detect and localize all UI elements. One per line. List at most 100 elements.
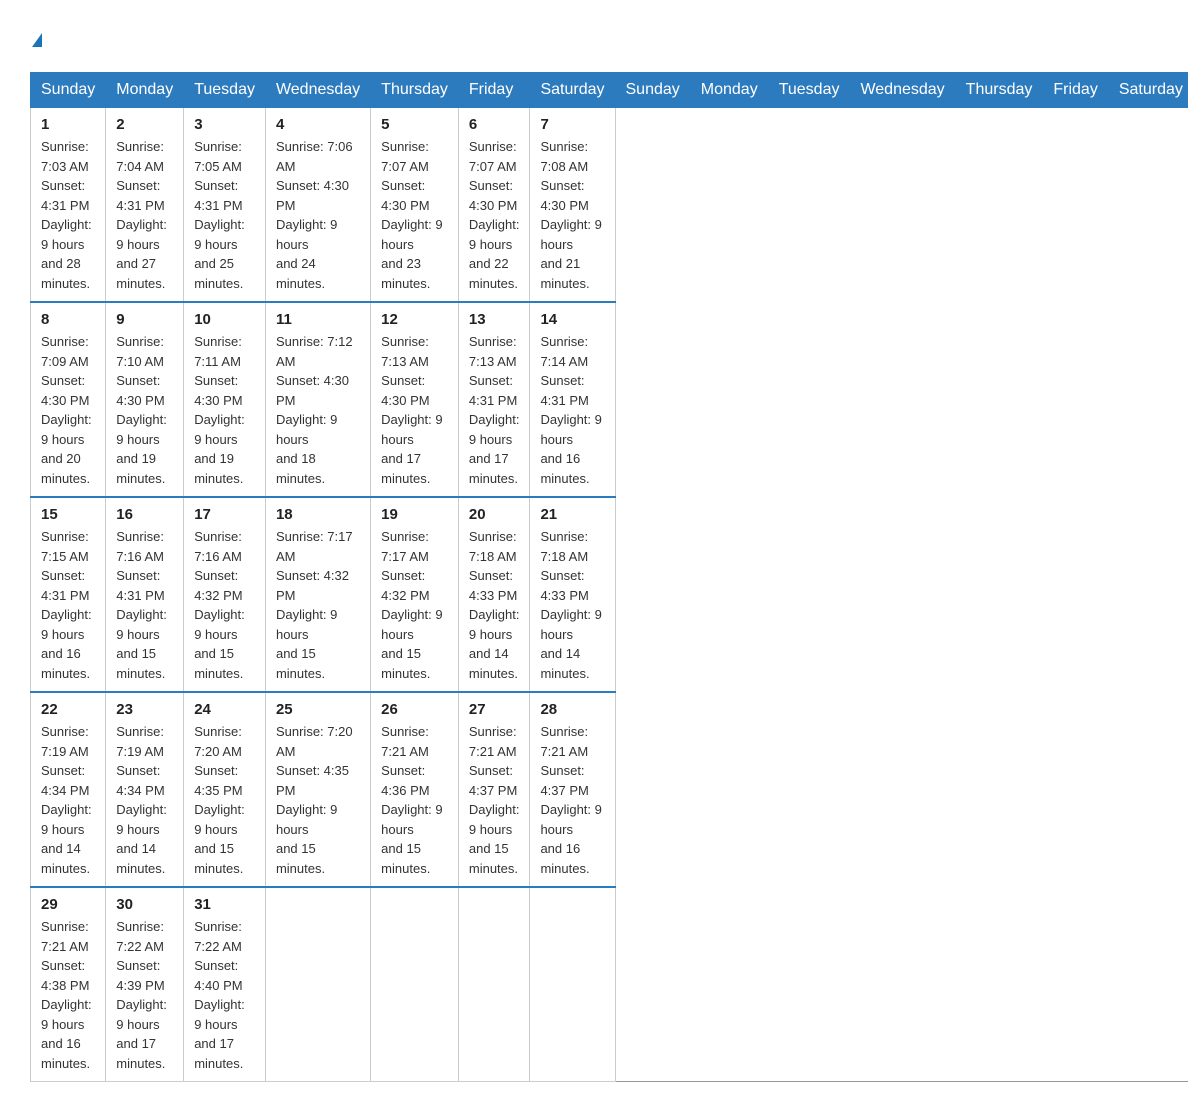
day-number: 17	[194, 506, 255, 523]
calendar-cell: 19 Sunrise: 7:17 AM Sunset: 4:32 PM Dayl…	[371, 497, 459, 692]
calendar-cell: 3 Sunrise: 7:05 AM Sunset: 4:31 PM Dayli…	[184, 108, 266, 303]
calendar-cell: 27 Sunrise: 7:21 AM Sunset: 4:37 PM Dayl…	[458, 692, 530, 887]
header-thursday: Thursday	[955, 73, 1043, 108]
calendar-cell: 18 Sunrise: 7:17 AM Sunset: 4:32 PM Dayl…	[265, 497, 370, 692]
day-info: Sunrise: 7:22 AM Sunset: 4:40 PM Dayligh…	[194, 917, 255, 1073]
header-monday: Monday	[690, 73, 768, 108]
day-info: Sunrise: 7:03 AM Sunset: 4:31 PM Dayligh…	[41, 137, 95, 293]
calendar-cell: 15 Sunrise: 7:15 AM Sunset: 4:31 PM Dayl…	[31, 497, 106, 692]
calendar-cell: 10 Sunrise: 7:11 AM Sunset: 4:30 PM Dayl…	[184, 302, 266, 497]
header-tuesday: Tuesday	[768, 73, 850, 108]
header-sunday: Sunday	[31, 73, 106, 108]
header-wednesday: Wednesday	[265, 73, 370, 108]
day-info: Sunrise: 7:20 AM Sunset: 4:35 PM Dayligh…	[194, 722, 255, 878]
day-number: 31	[194, 896, 255, 913]
calendar-cell: 29 Sunrise: 7:21 AM Sunset: 4:38 PM Dayl…	[31, 887, 106, 1082]
day-number: 29	[41, 896, 95, 913]
calendar-cell: 20 Sunrise: 7:18 AM Sunset: 4:33 PM Dayl…	[458, 497, 530, 692]
calendar-cell: 8 Sunrise: 7:09 AM Sunset: 4:30 PM Dayli…	[31, 302, 106, 497]
header-wednesday: Wednesday	[850, 73, 955, 108]
week-row-2: 8 Sunrise: 7:09 AM Sunset: 4:30 PM Dayli…	[31, 302, 1188, 497]
day-info: Sunrise: 7:20 AM Sunset: 4:35 PM Dayligh…	[276, 722, 360, 878]
day-info: Sunrise: 7:07 AM Sunset: 4:30 PM Dayligh…	[381, 137, 448, 293]
day-number: 13	[469, 311, 520, 328]
day-number: 30	[116, 896, 173, 913]
calendar-cell: 6 Sunrise: 7:07 AM Sunset: 4:30 PM Dayli…	[458, 108, 530, 303]
calendar-cell: 1 Sunrise: 7:03 AM Sunset: 4:31 PM Dayli…	[31, 108, 106, 303]
week-row-5: 29 Sunrise: 7:21 AM Sunset: 4:38 PM Dayl…	[31, 887, 1188, 1082]
calendar-cell: 30 Sunrise: 7:22 AM Sunset: 4:39 PM Dayl…	[106, 887, 184, 1082]
calendar-table: SundayMondayTuesdayWednesdayThursdayFrid…	[30, 72, 1188, 1082]
day-info: Sunrise: 7:17 AM Sunset: 4:32 PM Dayligh…	[381, 527, 448, 683]
calendar-cell: 5 Sunrise: 7:07 AM Sunset: 4:30 PM Dayli…	[371, 108, 459, 303]
day-number: 16	[116, 506, 173, 523]
header-tuesday: Tuesday	[184, 73, 266, 108]
page-header	[30, 20, 1158, 54]
header-sunday: Sunday	[615, 73, 690, 108]
day-number: 21	[540, 506, 604, 523]
calendar-cell: 26 Sunrise: 7:21 AM Sunset: 4:36 PM Dayl…	[371, 692, 459, 887]
header-monday: Monday	[106, 73, 184, 108]
day-number: 18	[276, 506, 360, 523]
day-info: Sunrise: 7:21 AM Sunset: 4:38 PM Dayligh…	[41, 917, 95, 1073]
calendar-cell: 23 Sunrise: 7:19 AM Sunset: 4:34 PM Dayl…	[106, 692, 184, 887]
day-info: Sunrise: 7:21 AM Sunset: 4:36 PM Dayligh…	[381, 722, 448, 878]
calendar-cell: 14 Sunrise: 7:14 AM Sunset: 4:31 PM Dayl…	[530, 302, 615, 497]
header-friday: Friday	[1043, 73, 1108, 108]
day-number: 28	[540, 701, 604, 718]
calendar-cell: 4 Sunrise: 7:06 AM Sunset: 4:30 PM Dayli…	[265, 108, 370, 303]
day-number: 27	[469, 701, 520, 718]
header-saturday: Saturday	[530, 73, 615, 108]
day-info: Sunrise: 7:18 AM Sunset: 4:33 PM Dayligh…	[540, 527, 604, 683]
calendar-cell: 31 Sunrise: 7:22 AM Sunset: 4:40 PM Dayl…	[184, 887, 266, 1082]
day-info: Sunrise: 7:09 AM Sunset: 4:30 PM Dayligh…	[41, 332, 95, 488]
day-number: 15	[41, 506, 95, 523]
day-info: Sunrise: 7:21 AM Sunset: 4:37 PM Dayligh…	[540, 722, 604, 878]
day-number: 9	[116, 311, 173, 328]
calendar-cell	[458, 887, 530, 1082]
calendar-cell: 24 Sunrise: 7:20 AM Sunset: 4:35 PM Dayl…	[184, 692, 266, 887]
calendar-cell: 21 Sunrise: 7:18 AM Sunset: 4:33 PM Dayl…	[530, 497, 615, 692]
calendar-cell	[371, 887, 459, 1082]
day-number: 26	[381, 701, 448, 718]
header-thursday: Thursday	[371, 73, 459, 108]
day-number: 24	[194, 701, 255, 718]
day-info: Sunrise: 7:19 AM Sunset: 4:34 PM Dayligh…	[41, 722, 95, 878]
day-number: 12	[381, 311, 448, 328]
day-info: Sunrise: 7:07 AM Sunset: 4:30 PM Dayligh…	[469, 137, 520, 293]
calendar-cell: 16 Sunrise: 7:16 AM Sunset: 4:31 PM Dayl…	[106, 497, 184, 692]
day-number: 7	[540, 116, 604, 133]
day-number: 14	[540, 311, 604, 328]
day-number: 22	[41, 701, 95, 718]
day-number: 6	[469, 116, 520, 133]
day-number: 20	[469, 506, 520, 523]
day-number: 3	[194, 116, 255, 133]
day-info: Sunrise: 7:17 AM Sunset: 4:32 PM Dayligh…	[276, 527, 360, 683]
calendar-cell: 17 Sunrise: 7:16 AM Sunset: 4:32 PM Dayl…	[184, 497, 266, 692]
day-info: Sunrise: 7:16 AM Sunset: 4:32 PM Dayligh…	[194, 527, 255, 683]
day-info: Sunrise: 7:22 AM Sunset: 4:39 PM Dayligh…	[116, 917, 173, 1073]
day-number: 2	[116, 116, 173, 133]
calendar-cell: 9 Sunrise: 7:10 AM Sunset: 4:30 PM Dayli…	[106, 302, 184, 497]
day-number: 1	[41, 116, 95, 133]
day-info: Sunrise: 7:13 AM Sunset: 4:30 PM Dayligh…	[381, 332, 448, 488]
day-info: Sunrise: 7:15 AM Sunset: 4:31 PM Dayligh…	[41, 527, 95, 683]
calendar-cell: 11 Sunrise: 7:12 AM Sunset: 4:30 PM Dayl…	[265, 302, 370, 497]
calendar-cell	[265, 887, 370, 1082]
day-number: 4	[276, 116, 360, 133]
calendar-cell: 7 Sunrise: 7:08 AM Sunset: 4:30 PM Dayli…	[530, 108, 615, 303]
header-saturday: Saturday	[1108, 73, 1188, 108]
calendar-cell: 12 Sunrise: 7:13 AM Sunset: 4:30 PM Dayl…	[371, 302, 459, 497]
day-number: 10	[194, 311, 255, 328]
calendar-cell	[530, 887, 615, 1082]
day-info: Sunrise: 7:19 AM Sunset: 4:34 PM Dayligh…	[116, 722, 173, 878]
day-info: Sunrise: 7:16 AM Sunset: 4:31 PM Dayligh…	[116, 527, 173, 683]
week-row-1: 1 Sunrise: 7:03 AM Sunset: 4:31 PM Dayli…	[31, 108, 1188, 303]
calendar-cell: 28 Sunrise: 7:21 AM Sunset: 4:37 PM Dayl…	[530, 692, 615, 887]
day-info: Sunrise: 7:13 AM Sunset: 4:31 PM Dayligh…	[469, 332, 520, 488]
day-info: Sunrise: 7:10 AM Sunset: 4:30 PM Dayligh…	[116, 332, 173, 488]
day-info: Sunrise: 7:14 AM Sunset: 4:31 PM Dayligh…	[540, 332, 604, 488]
day-number: 19	[381, 506, 448, 523]
logo-triangle-icon	[32, 33, 42, 47]
day-info: Sunrise: 7:11 AM Sunset: 4:30 PM Dayligh…	[194, 332, 255, 488]
